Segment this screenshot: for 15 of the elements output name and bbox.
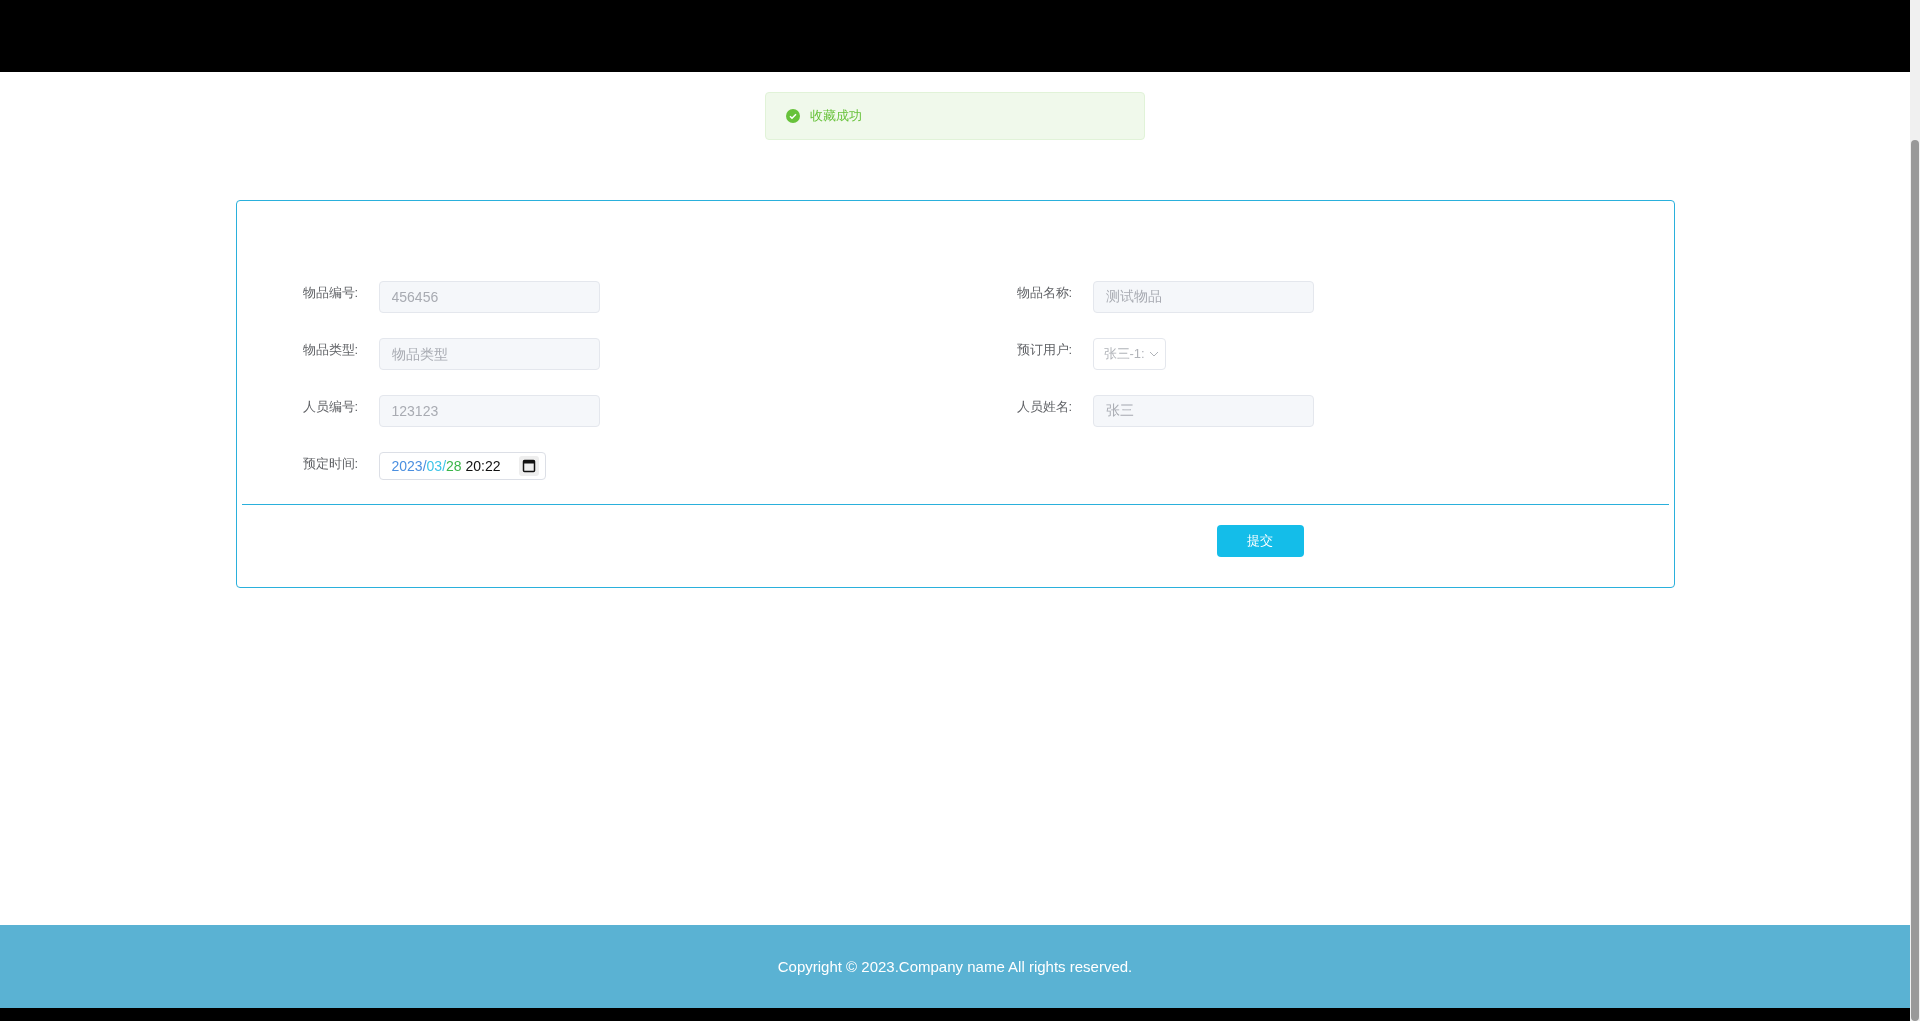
- check-circle-icon: [786, 109, 800, 123]
- date-time-field[interactable]: 2023/03/28 20:22: [378, 452, 546, 480]
- chevron-down-icon: [1148, 351, 1159, 357]
- field-label: 人员姓名:: [1016, 398, 1074, 416]
- field-label: 物品编号:: [302, 284, 360, 302]
- toast-message: 收藏成功: [810, 107, 862, 125]
- copyright-text: Copyright © 2023.Company name All rights reserved.: [777, 958, 1133, 975]
- field-label: 人员编号:: [302, 398, 360, 416]
- field-label: 物品类型:: [302, 341, 360, 359]
- field-label: 预定时间:: [302, 455, 360, 473]
- calendar-icon[interactable]: [518, 456, 539, 476]
- scrollbar-thumb[interactable]: [1911, 140, 1919, 1021]
- field-label: 预订用户:: [1016, 341, 1074, 359]
- field-label: 物品名称:: [1016, 284, 1074, 302]
- submit-button[interactable]: 提交: [1216, 525, 1304, 557]
